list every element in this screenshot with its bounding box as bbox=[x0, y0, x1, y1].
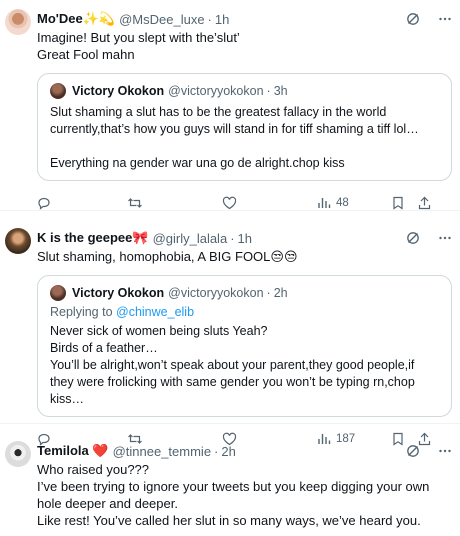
replying-to-label: Replying to bbox=[50, 305, 117, 319]
separator-dot: · bbox=[214, 443, 219, 459]
more-icon[interactable] bbox=[438, 231, 452, 245]
tweet-time[interactable]: 1h bbox=[215, 12, 229, 27]
like-icon bbox=[222, 196, 237, 210]
views-button[interactable]: 48 bbox=[317, 196, 392, 210]
separator-dot: · bbox=[230, 230, 235, 246]
author-handle[interactable]: @victoryyokokon bbox=[168, 286, 263, 300]
quoted-text: Slut shaming a slut has to be the greate… bbox=[50, 105, 419, 170]
quoted-tweet[interactable]: Victory Okokon @victoryyokokon · 2h Repl… bbox=[37, 275, 452, 417]
replying-to: Replying to @chinwe_elib bbox=[50, 305, 441, 319]
tweet[interactable]: Mo'Dee✨💫 @MsDee_luxe · 1h Imagine! But y… bbox=[0, 0, 460, 211]
tweet-time[interactable]: 2h bbox=[221, 444, 235, 459]
author-name[interactable]: Temilola ❤️ bbox=[37, 443, 109, 459]
author-handle[interactable]: @tinnee_temmie bbox=[113, 444, 211, 459]
tweet-text: Imagine! But you slept with the’slut’ Gr… bbox=[37, 30, 240, 62]
tweet-text: Slut shaming, homophobia, A BIG FOOL😒😒 bbox=[37, 249, 298, 264]
reply-button[interactable] bbox=[37, 196, 127, 210]
author-name[interactable]: K is the geepee🎀 bbox=[37, 230, 149, 246]
author-name[interactable]: Victory Okokon bbox=[72, 286, 164, 300]
author-handle[interactable]: @girly_lalala bbox=[153, 231, 228, 246]
views-icon bbox=[318, 198, 331, 208]
author-name[interactable]: Victory Okokon bbox=[72, 84, 164, 98]
more-icon[interactable] bbox=[438, 444, 452, 458]
views-count: 48 bbox=[336, 197, 349, 209]
tweet[interactable]: Temilola ❤️ @tinnee_temmie · 2h Who rais… bbox=[0, 424, 460, 536]
avatar[interactable] bbox=[5, 441, 31, 467]
tweet[interactable]: K is the geepee🎀 @girly_lalala · 1h Slut… bbox=[0, 211, 460, 446]
quoted-tweet[interactable]: Victory Okokon @victoryyokokon · 3h Slut… bbox=[37, 73, 452, 181]
grok-icon[interactable] bbox=[406, 231, 420, 245]
reply-icon bbox=[38, 197, 50, 210]
tweet-time[interactable]: 2h bbox=[274, 286, 288, 300]
quoted-text: Never sick of women being sluts Yeah? Bi… bbox=[50, 324, 415, 406]
more-icon[interactable] bbox=[438, 12, 452, 26]
bookmark-button[interactable] bbox=[392, 196, 418, 210]
replying-to-handle[interactable]: @chinwe_elib bbox=[116, 305, 194, 319]
bookmark-icon bbox=[393, 196, 403, 210]
tweet-text: Who raised you??? I’ve been trying to ig… bbox=[37, 462, 430, 528]
avatar[interactable] bbox=[50, 285, 66, 301]
avatar[interactable] bbox=[5, 228, 31, 254]
tweet-time[interactable]: 1h bbox=[238, 231, 252, 246]
author-name[interactable]: Mo'Dee✨💫 bbox=[37, 11, 115, 27]
separator-dot: · bbox=[207, 11, 212, 27]
avatar[interactable] bbox=[5, 9, 31, 35]
author-handle[interactable]: @victoryyokokon bbox=[168, 84, 263, 98]
grok-icon[interactable] bbox=[406, 12, 420, 26]
separator-dot: · bbox=[266, 286, 271, 300]
like-button[interactable] bbox=[222, 196, 317, 210]
author-handle[interactable]: @MsDee_luxe bbox=[119, 12, 204, 27]
share-icon bbox=[418, 196, 431, 210]
tweet-time[interactable]: 3h bbox=[274, 84, 288, 98]
retweet-icon bbox=[128, 198, 142, 208]
share-button[interactable] bbox=[418, 196, 431, 210]
retweet-button[interactable] bbox=[127, 196, 222, 210]
avatar[interactable] bbox=[50, 83, 66, 99]
separator-dot: · bbox=[266, 84, 271, 98]
grok-icon[interactable] bbox=[406, 444, 420, 458]
